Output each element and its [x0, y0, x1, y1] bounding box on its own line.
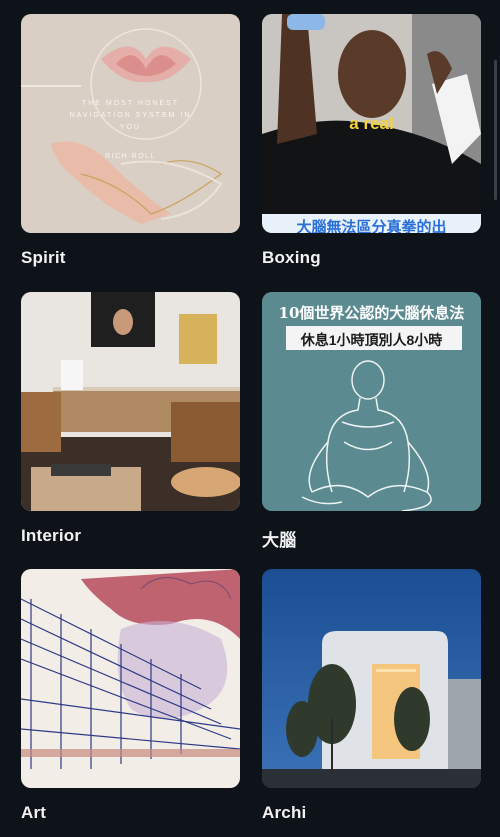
board-thumbnail-archi[interactable] — [262, 569, 481, 788]
spirit-quote-line-2: NAVIGATION SYSTEM IN — [69, 112, 192, 119]
spirit-quote-author: RICH ROLL — [105, 153, 156, 160]
scrollbar[interactable] — [494, 60, 497, 200]
spirit-quote-line-3: YOU — [119, 124, 142, 131]
brain-subtitle: 休息1小時頂別人8小時 — [300, 332, 443, 348]
board-grid: THE MOST HONEST NAVIGATION SYSTEM IN YOU… — [0, 0, 500, 837]
brain-title: 10個世界公認的大腦休息法 — [278, 304, 465, 322]
interior-photo — [21, 292, 240, 511]
board-thumbnail-brain[interactable]: 10個世界公認的大腦休息法 休息1小時頂別人8小時 — [262, 292, 481, 511]
board-thumbnail-interior[interactable] — [21, 292, 240, 511]
board-thumbnail-spirit[interactable]: THE MOST HONEST NAVIGATION SYSTEM IN YOU… — [21, 14, 240, 233]
boxing-subtitle: 大腦無法區分真拳的出 — [296, 219, 447, 233]
board-label-spirit[interactable]: Spirit — [21, 248, 66, 268]
meditation-illustration — [262, 292, 481, 511]
sketch-artwork — [21, 569, 240, 788]
board-label-art[interactable]: Art — [21, 803, 46, 823]
board-thumbnail-boxing[interactable]: a real 大腦無法區分真拳的出 — [262, 14, 481, 233]
spirit-quote-line-1: THE MOST HONEST — [81, 100, 180, 107]
boxing-caption: a real — [349, 114, 394, 133]
board-label-boxing[interactable]: Boxing — [262, 248, 321, 268]
board-thumbnail-art[interactable] — [21, 569, 240, 788]
board-label-brain[interactable]: 大腦 — [262, 526, 296, 551]
house-photo — [262, 569, 481, 788]
board-label-archi[interactable]: Archi — [262, 803, 306, 823]
board-label-interior[interactable]: Interior — [21, 526, 81, 546]
